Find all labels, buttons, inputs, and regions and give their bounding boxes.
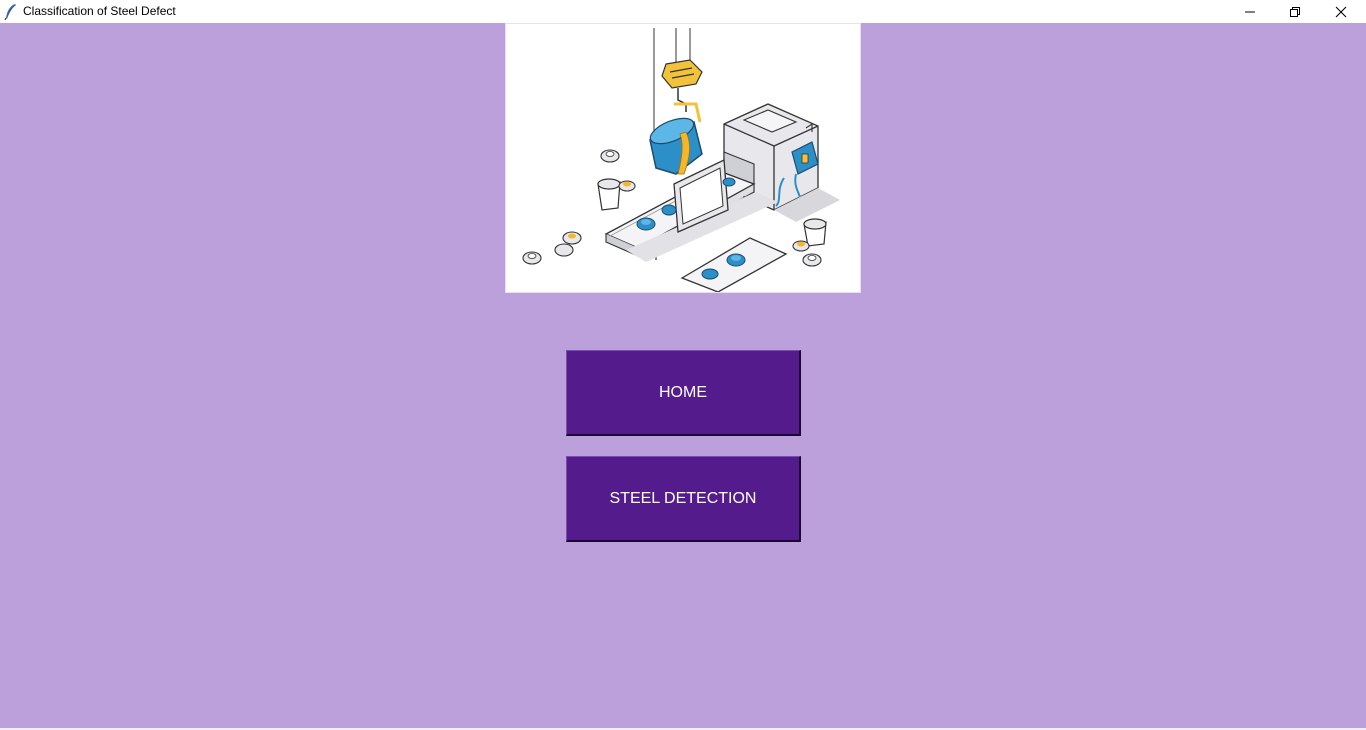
minimize-button[interactable] [1227, 0, 1273, 23]
maximize-icon [1290, 6, 1300, 17]
close-icon [1335, 6, 1347, 17]
main-content: HOME STEEL DETECTION [0, 23, 1366, 728]
window-title: Classification of Steel Defect [23, 4, 176, 18]
home-button[interactable]: HOME [566, 350, 801, 436]
close-button[interactable] [1318, 0, 1364, 23]
maximize-button[interactable] [1272, 0, 1318, 23]
banner-image [505, 23, 861, 293]
minimize-icon [1245, 11, 1255, 12]
steel-detection-button[interactable]: STEEL DETECTION [566, 456, 801, 542]
steel-factory-illustration [522, 28, 840, 292]
tk-feather-icon [4, 4, 16, 20]
app-window: Classification of Steel Defect HOME STEE… [0, 0, 1366, 730]
title-bar[interactable]: Classification of Steel Defect [0, 0, 1366, 23]
